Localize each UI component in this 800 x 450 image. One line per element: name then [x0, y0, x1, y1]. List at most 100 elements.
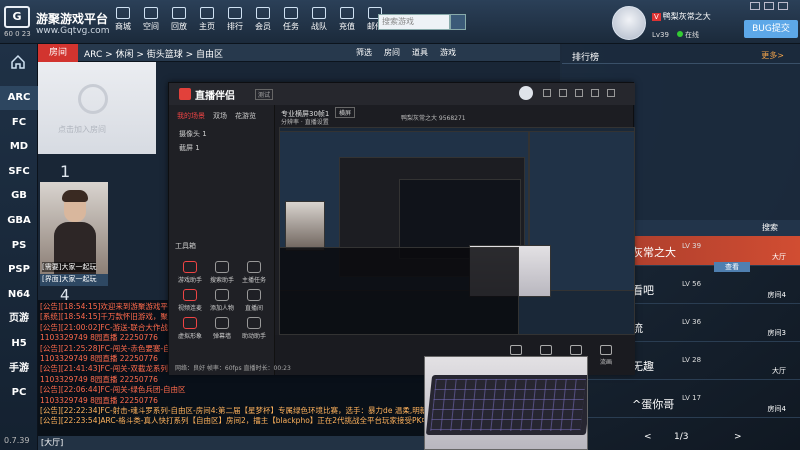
minimize-icon[interactable]: [764, 2, 774, 10]
nav-rank[interactable]: 排行: [224, 4, 246, 40]
stream-app-title: 直播伴侣: [195, 91, 235, 102]
lobby-user-row[interactable]: ^蛋你哥 LV 17 房间4: [562, 388, 800, 418]
bug-submit-button[interactable]: BUG提交: [744, 20, 798, 38]
menu-icon[interactable]: [750, 2, 760, 10]
room-tab-2[interactable]: 道具: [412, 47, 428, 58]
phone-cast-icon: [570, 345, 582, 355]
home-icon[interactable]: [10, 54, 26, 70]
nav-label: 会员: [255, 22, 271, 31]
sidebar-item-8[interactable]: N64: [0, 283, 38, 307]
nav-label: 回放: [171, 22, 187, 31]
maximize-icon[interactable]: [591, 89, 599, 97]
nav-team[interactable]: 战队: [308, 4, 330, 40]
scene-tab-0[interactable]: 我的场景: [177, 111, 205, 121]
nav-vip[interactable]: 会员: [252, 4, 274, 40]
user-name: V 鸭梨灰常之大: [652, 12, 711, 21]
audio-icon: [510, 345, 522, 355]
lobby-user-level: LV 36: [682, 318, 702, 326]
stream-window-controls: [543, 89, 615, 97]
room-tab-3[interactable]: 游戏: [440, 47, 456, 58]
app-version: 0.7.39: [4, 436, 30, 445]
tool-item[interactable]: 视频连麦: [175, 289, 205, 312]
scene-tabs: 我的场景 双场 花游览: [177, 111, 256, 121]
page-indicator: 1/3: [674, 432, 689, 442]
sidebar-item-1[interactable]: FC: [0, 111, 38, 135]
sidebar-item-7[interactable]: PSP: [0, 258, 38, 282]
nav-shop[interactable]: 商城: [112, 4, 134, 40]
tool-icon: [183, 261, 197, 273]
scene-tab-1[interactable]: 双场: [213, 111, 227, 121]
scene-item[interactable]: 截屏 1: [179, 143, 200, 153]
home-icon: [200, 7, 214, 19]
tool-item[interactable]: 助动助手: [239, 317, 269, 340]
app-logo[interactable]: G 游聚游戏平台 www.Gqtvg.com 60 0 23: [4, 4, 124, 40]
sidebar-item-2[interactable]: MD: [0, 135, 38, 159]
nav-replay[interactable]: 回放: [168, 4, 190, 40]
task-icon: [284, 7, 298, 19]
scene-item[interactable]: 摄像头 1: [179, 129, 207, 139]
seat-hint: 点击加入房间: [58, 125, 106, 134]
preview-settings-link[interactable]: 分辨率 · 直播设置: [281, 117, 329, 126]
lobby-user-level: LV 17: [682, 394, 702, 402]
vip-icon: [256, 7, 270, 19]
sidebar-item-10[interactable]: H5: [0, 332, 38, 356]
view-button[interactable]: 查看: [714, 262, 750, 272]
avatar[interactable]: [612, 6, 646, 40]
logo-mark: G: [4, 6, 30, 28]
nav-home[interactable]: 主页: [196, 4, 218, 40]
search-input[interactable]: 搜索游戏: [378, 14, 450, 30]
sidebar-item-3[interactable]: SFC: [0, 160, 38, 184]
lobby-search-button[interactable]: 搜索: [762, 222, 778, 233]
page-next-icon[interactable]: >: [734, 432, 742, 442]
nav-label: 空间: [143, 22, 159, 31]
tool-item[interactable]: 主播任务: [239, 261, 269, 284]
tool-item[interactable]: 虚拟形象: [175, 317, 205, 340]
tool-item[interactable]: 直播间: [239, 289, 269, 312]
nav-label: 战队: [311, 22, 327, 31]
search-icon[interactable]: [450, 14, 466, 30]
ranking-more-link[interactable]: 更多>: [761, 50, 784, 61]
lobby-user-room: 房间4: [767, 291, 786, 299]
tool-icon: [215, 317, 229, 329]
room-tab-0[interactable]: 筛选: [356, 47, 372, 58]
room-breadcrumb-bar: 房间 ARC > 休闲 > 街头篮球 > 自由区 筛选 房间 道具 游戏: [38, 44, 560, 62]
sidebar-item-6[interactable]: PS: [0, 234, 38, 258]
tool-item[interactable]: 添加人物: [207, 289, 237, 312]
preview-badge[interactable]: 横屏: [335, 107, 356, 118]
tool-icon: [247, 261, 261, 273]
vip-icon: V: [652, 13, 661, 21]
menu-icon[interactable]: [559, 89, 567, 97]
page-prev-icon[interactable]: <: [644, 432, 652, 442]
avatar[interactable]: [519, 86, 533, 100]
sidebar-item-12[interactable]: PC: [0, 381, 38, 405]
room-tag[interactable]: 房间: [38, 44, 78, 62]
sidebar-item-4[interactable]: GB: [0, 184, 38, 208]
minimize-icon[interactable]: [575, 89, 583, 97]
space-icon: [144, 7, 158, 19]
sidebar-item-5[interactable]: GBA: [0, 209, 38, 233]
sidebar-item-0[interactable]: ARC: [0, 86, 38, 110]
tool-item[interactable]: 弹幕墙: [207, 317, 237, 340]
scene-tab-2[interactable]: 花游览: [235, 111, 256, 121]
nav-label: 任务: [283, 22, 299, 31]
stream-preview[interactable]: [279, 127, 635, 335]
nav-recharge[interactable]: 充值: [336, 4, 358, 40]
user-level: Lv39 在线: [652, 31, 699, 39]
player-label: [需要]大家一起玩: [42, 262, 97, 272]
nav-task[interactable]: 任务: [280, 4, 302, 40]
sidebar-item-11[interactable]: 手游: [0, 357, 38, 381]
room-tab-1[interactable]: 房间: [384, 47, 400, 58]
nav-space[interactable]: 空间: [140, 4, 162, 40]
settings-icon[interactable]: [543, 89, 551, 97]
close-icon[interactable]: [778, 2, 788, 10]
camera-icon: [540, 345, 552, 355]
sidebar-item-9[interactable]: 页游: [0, 307, 38, 331]
close-icon[interactable]: [607, 89, 615, 97]
tool-item[interactable]: 游戏助手: [175, 261, 205, 284]
stream-version-tag: 测试: [255, 89, 274, 100]
room-tabs: 筛选 房间 道具 游戏: [356, 47, 456, 58]
player-avatar[interactable]: [需要]大家一起玩: [40, 182, 108, 274]
tool-item[interactable]: 搜索助手: [207, 261, 237, 284]
user-card[interactable]: V 鸭梨灰常之大 Lv39 在线: [612, 6, 742, 40]
seat-empty[interactable]: 点击加入房间: [38, 62, 156, 154]
